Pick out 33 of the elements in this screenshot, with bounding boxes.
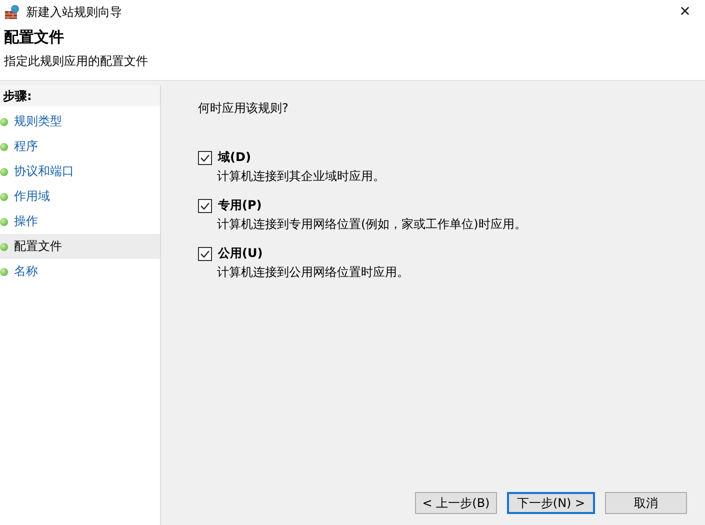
option-description: 计算机连接到其企业域时应用。 xyxy=(217,168,386,185)
status-dot-icon xyxy=(0,118,8,126)
checkbox-label[interactable]: 公用(U) xyxy=(218,245,263,262)
step-item[interactable]: 操作 xyxy=(0,209,160,234)
question-text: 何时应用该规则? xyxy=(198,100,290,117)
checkbox[interactable] xyxy=(198,246,212,260)
page-title: 配置文件 xyxy=(4,28,65,47)
status-dot-icon xyxy=(0,192,8,200)
window-title: 新建入站规则向导 xyxy=(26,4,123,20)
step-item[interactable]: 规则类型 xyxy=(0,109,160,134)
close-button[interactable]: ✕ xyxy=(665,4,705,20)
step-item[interactable]: 配置文件 xyxy=(0,234,160,259)
wizard-button[interactable]: 取消 xyxy=(605,492,687,514)
status-dot-icon xyxy=(0,242,8,250)
step-item[interactable]: 程序 xyxy=(0,134,160,159)
status-dot-icon xyxy=(0,218,8,226)
page-subtitle: 指定此规则应用的配置文件 xyxy=(4,53,149,70)
step-item[interactable]: 作用域 xyxy=(0,184,160,209)
checkbox[interactable] xyxy=(198,150,212,164)
option-description: 计算机连接到公用网络位置时应用。 xyxy=(217,264,410,281)
status-dot-icon xyxy=(0,142,8,150)
step-item[interactable]: 名称 xyxy=(0,259,160,284)
checkbox-label[interactable]: 专用(P) xyxy=(218,197,262,214)
checkbox[interactable] xyxy=(198,198,212,212)
step-item[interactable]: 协议和端口 xyxy=(0,159,160,184)
status-dot-icon xyxy=(0,268,8,276)
next-button[interactable]: 下一步(N) > xyxy=(507,492,595,514)
steps-title: 步骤: xyxy=(0,85,160,106)
wizard-button[interactable]: < 上一步(B) xyxy=(415,492,497,514)
checkbox-label[interactable]: 域(D) xyxy=(218,149,251,166)
option-description: 计算机连接到专用网络位置(例如，家或工作单位)时应用。 xyxy=(217,216,528,233)
status-dot-icon xyxy=(0,168,8,176)
firewall-icon xyxy=(4,4,20,20)
